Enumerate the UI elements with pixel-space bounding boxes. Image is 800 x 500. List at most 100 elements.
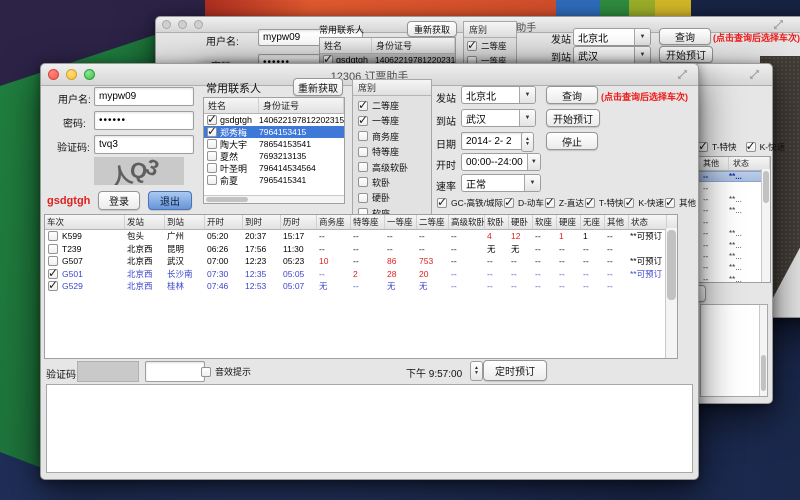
column-header[interactable]: 高级软卧 xyxy=(449,215,485,229)
train-type-filter[interactable]: 其他 xyxy=(665,197,696,209)
fullscreen-icon[interactable] xyxy=(749,69,760,80)
back-query-button[interactable]: 查询 xyxy=(659,28,711,45)
checkbox-icon[interactable] xyxy=(545,198,555,208)
checkbox-icon[interactable] xyxy=(665,198,675,208)
column-header[interactable]: 车次 xyxy=(45,215,125,229)
mid-log-box[interactable] xyxy=(700,304,768,397)
back-depart-dropdown[interactable]: 北京北▼ xyxy=(573,28,651,46)
status-row[interactable]: -- xyxy=(699,182,770,193)
column-header[interactable]: 软座 xyxy=(533,215,557,229)
status-row[interactable]: --**... xyxy=(699,171,770,182)
column-header[interactable]: 其他 xyxy=(605,215,629,229)
mid-log-scrollbar[interactable] xyxy=(759,305,767,396)
checkbox-icon[interactable] xyxy=(358,147,368,157)
column-header[interactable]: 硬座 xyxy=(557,215,581,229)
checkbox-icon[interactable] xyxy=(746,142,756,152)
checkbox-icon[interactable] xyxy=(358,116,368,126)
column-header[interactable]: 二等座 xyxy=(417,215,449,229)
scrollbar-thumb[interactable] xyxy=(206,197,248,202)
train-row[interactable]: K599包头广州05:2020:3715:17----------412--11… xyxy=(45,230,677,243)
query-button[interactable]: 查询 xyxy=(546,86,598,104)
depart-dropdown[interactable]: 北京北▼ xyxy=(461,86,536,104)
train-row[interactable]: G501北京西长沙南07:3012:3505:05--22820--------… xyxy=(45,268,677,281)
column-header[interactable]: 特等座 xyxy=(351,215,385,229)
train-row[interactable]: G529北京西桂林07:4612:5305:07无--无无-----------… xyxy=(45,280,677,293)
bottom-captcha-image[interactable] xyxy=(77,361,139,382)
checkbox-icon[interactable] xyxy=(358,193,368,203)
date-stepper[interactable]: ▲▼ xyxy=(521,132,534,152)
column-header[interactable]: 无座 xyxy=(581,215,605,229)
checkbox-icon[interactable] xyxy=(437,198,447,208)
scrollbar-thumb[interactable] xyxy=(763,171,769,203)
checkbox-icon[interactable] xyxy=(624,198,634,208)
log-box[interactable] xyxy=(46,384,693,473)
bottom-captcha-input[interactable] xyxy=(145,361,205,382)
back-book-button[interactable]: 开始预订 xyxy=(659,46,713,63)
column-header[interactable]: 历时 xyxy=(281,215,317,229)
contact-row[interactable]: 俞夏7965415341 xyxy=(204,174,344,186)
train-type-filter[interactable]: T-特快 xyxy=(698,141,737,153)
exit-button[interactable]: 退出 xyxy=(148,191,192,210)
captcha-image[interactable]: 人 Q 3 xyxy=(94,157,184,185)
train-type-filter[interactable]: T-特快 xyxy=(585,197,624,209)
status-row[interactable]: --**... xyxy=(699,239,770,250)
checkbox-icon[interactable] xyxy=(467,41,477,51)
status-row[interactable]: --**... xyxy=(699,228,770,239)
checkbox-icon[interactable] xyxy=(698,142,708,152)
login-button[interactable]: 登录 xyxy=(98,191,140,210)
time-stepper[interactable]: ▲▼ xyxy=(470,361,483,381)
checkbox-icon[interactable] xyxy=(207,163,217,173)
scrollbar-thumb[interactable] xyxy=(667,230,676,300)
refresh-contacts-button[interactable]: 重新获取 xyxy=(293,78,343,96)
column-header[interactable]: 开时 xyxy=(205,215,243,229)
seat-class-option[interactable]: 一等座 xyxy=(358,114,426,127)
date-field[interactable]: 2014- 2- 2 xyxy=(461,132,527,150)
depart-time-dropdown[interactable]: 00:00--24:00▼ xyxy=(461,153,541,171)
contact-row[interactable]: gsdgtgh140622197812202315 xyxy=(204,114,344,126)
train-row[interactable]: T239北京西昆明06:2617:5611:30----------无无----… xyxy=(45,243,677,256)
train-type-filter[interactable]: K-快速 xyxy=(624,197,664,209)
column-header[interactable]: 发站 xyxy=(125,215,165,229)
checkbox-icon[interactable] xyxy=(207,115,217,125)
column-header[interactable]: 状态 xyxy=(629,215,667,229)
mid-table-scrollbar[interactable] xyxy=(761,169,770,282)
contact-row[interactable]: 夏然7693213135 xyxy=(204,150,344,162)
checkbox-icon[interactable] xyxy=(207,151,217,161)
checkbox-icon[interactable] xyxy=(48,281,58,291)
column-header[interactable]: 到站 xyxy=(165,215,205,229)
contacts-hscrollbar[interactable] xyxy=(204,195,344,203)
checkbox-icon[interactable] xyxy=(358,162,368,172)
stop-button[interactable]: 停止 xyxy=(546,132,598,150)
train-type-filter[interactable]: D-动车 xyxy=(504,197,544,209)
checkbox-icon[interactable] xyxy=(48,269,58,279)
checkbox-icon[interactable] xyxy=(201,367,211,377)
status-row[interactable]: --**... xyxy=(699,262,770,273)
sound-toggle[interactable]: 音效提示 xyxy=(201,365,251,378)
username-input[interactable]: mypw09 xyxy=(94,87,194,106)
checkbox-icon[interactable] xyxy=(358,131,368,141)
checkbox-icon[interactable] xyxy=(585,198,595,208)
seat-class-option[interactable]: 特等座 xyxy=(358,145,426,158)
train-type-filter[interactable]: K-快速 xyxy=(746,141,786,153)
password-input[interactable]: •••••• xyxy=(94,111,194,130)
fullscreen-icon[interactable] xyxy=(677,69,688,80)
status-row[interactable]: --**... xyxy=(699,205,770,216)
contact-row[interactable]: 郑秀梅7964153415 xyxy=(204,126,344,138)
status-row[interactable]: --**... xyxy=(699,251,770,262)
seat-class-option[interactable]: 二等座 xyxy=(358,99,426,112)
checkbox-icon[interactable] xyxy=(48,244,58,254)
column-header[interactable]: 一等座 xyxy=(385,215,417,229)
checkbox-icon[interactable] xyxy=(207,127,217,137)
checkbox-icon[interactable] xyxy=(358,177,368,187)
checkbox-icon[interactable] xyxy=(207,175,217,185)
speed-dropdown[interactable]: 正常▼ xyxy=(461,174,541,192)
checkbox-icon[interactable] xyxy=(48,256,58,266)
checkbox-icon[interactable] xyxy=(358,101,368,111)
captcha-input[interactable]: tvq3 xyxy=(94,135,194,154)
status-row[interactable]: --**... xyxy=(699,274,770,283)
timed-booking-button[interactable]: 定时预订 xyxy=(483,360,547,381)
seat-class-option[interactable]: 商务座 xyxy=(358,130,426,143)
status-row[interactable]: -- xyxy=(699,217,770,228)
checkbox-icon[interactable] xyxy=(207,139,217,149)
back-arrive-dropdown[interactable]: 武汉▼ xyxy=(573,46,651,64)
